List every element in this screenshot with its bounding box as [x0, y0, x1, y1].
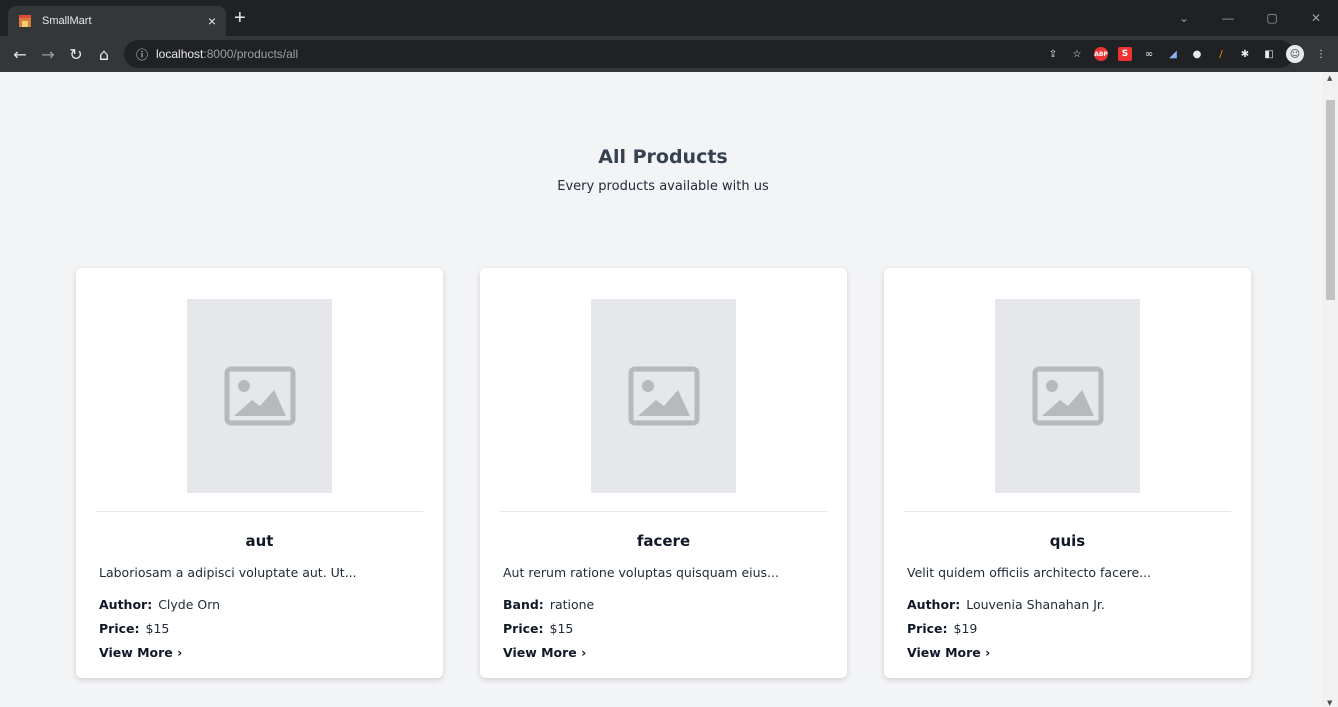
tab-title: SmallMart	[42, 15, 92, 27]
product-image-placeholder	[187, 299, 332, 493]
view-more-link[interactable]: View More ›	[99, 645, 182, 660]
product-name: facere	[636, 532, 691, 550]
product-meta: Author: Clyde Orn	[99, 597, 220, 612]
adblock-extension-icon[interactable]: ABP	[1094, 47, 1108, 61]
bookmark-star-icon[interactable]: ☆	[1070, 47, 1084, 61]
menu-kebab-icon[interactable]: ⋮	[1314, 47, 1328, 61]
meta-label: Band:	[503, 597, 544, 612]
product-card[interactable]: quis Velit quidem officiis architecto fa…	[884, 268, 1251, 678]
side-panel-icon[interactable]: ◧	[1262, 47, 1276, 61]
tab-search-icon[interactable]: ⌄	[1162, 11, 1206, 25]
profile-avatar-icon[interactable]: ☺	[1286, 45, 1304, 63]
product-card[interactable]: aut Laboriosam a adipisci voluptate aut.…	[76, 268, 443, 678]
meta-label: Author:	[99, 597, 153, 612]
price-value: $19	[953, 621, 978, 636]
meta-value: Louvenia Shanahan Jr.	[966, 597, 1105, 612]
url-host: localhost	[156, 47, 204, 61]
view-more-link[interactable]: View More ›	[907, 645, 990, 660]
new-tab-button[interactable]: +	[234, 8, 246, 28]
scroll-down-arrow-icon[interactable]: ▼	[1327, 699, 1332, 707]
price-value: $15	[549, 621, 574, 636]
glasses-extension-icon[interactable]: ∞	[1142, 47, 1156, 61]
meta-label: Author:	[907, 597, 961, 612]
browser-tab-strip: SmallMart × + ⌄ — ▢ ✕	[0, 0, 1338, 36]
extensions-puzzle-icon[interactable]: ✱	[1238, 47, 1252, 61]
extensions-bar: ⇪ ☆ ABP S ∞ ◢ ● / ✱ ◧ ☺ ⋮	[1046, 36, 1328, 72]
price-label: Price:	[503, 621, 544, 636]
home-icon[interactable]: ⌂	[90, 45, 118, 64]
forward-icon[interactable]: →	[34, 45, 62, 64]
page-scrollbar[interactable]: ▲ ▼	[1322, 72, 1338, 707]
image-placeholder-icon	[628, 366, 699, 426]
page-subtitle: Every products available with us	[557, 179, 769, 194]
back-icon[interactable]: ←	[6, 45, 34, 64]
product-price: Price: $15	[99, 621, 169, 636]
page-title: All Products	[598, 146, 728, 168]
product-image-placeholder	[995, 299, 1140, 493]
restore-icon[interactable]: ▢	[1250, 11, 1294, 25]
price-label: Price:	[907, 621, 948, 636]
product-image-placeholder	[591, 299, 736, 493]
image-placeholder-icon	[224, 366, 295, 426]
pencil-extension-icon[interactable]: /	[1214, 47, 1228, 61]
store-favicon-icon	[19, 15, 31, 27]
minimize-icon[interactable]: —	[1206, 11, 1250, 25]
reload-icon[interactable]: ↻	[62, 45, 90, 64]
share-icon[interactable]: ⇪	[1046, 47, 1060, 61]
s-extension-icon[interactable]: S	[1118, 47, 1132, 61]
scroll-thumb[interactable]	[1326, 100, 1335, 300]
card-divider	[904, 511, 1231, 512]
globe-extension-icon[interactable]: ●	[1190, 47, 1204, 61]
product-meta: Band: ratione	[503, 597, 594, 612]
card-divider	[500, 511, 827, 512]
page-content: All Products Every products available wi…	[0, 72, 1322, 707]
meta-value: Clyde Orn	[158, 597, 221, 612]
product-price: Price: $15	[503, 621, 573, 636]
scroll-up-arrow-icon[interactable]: ▲	[1327, 74, 1332, 82]
product-description: Velit quidem officiis architecto facere.…	[907, 565, 1152, 580]
product-description: Laboriosam a adipisci voluptate aut. Ut.…	[99, 565, 357, 580]
view-more-link[interactable]: View More ›	[503, 645, 586, 660]
product-card[interactable]: facere Aut rerum ratione voluptas quisqu…	[480, 268, 847, 678]
product-name: aut	[245, 532, 274, 550]
url-path: :8000/products/all	[203, 47, 299, 61]
browser-tab[interactable]: SmallMart ×	[8, 6, 226, 36]
pen-extension-icon[interactable]: ◢	[1166, 47, 1180, 61]
product-description: Aut rerum ratione voluptas quisquam eius…	[503, 565, 779, 580]
site-info-icon[interactable]: ⓘ	[136, 46, 148, 63]
window-controls: ⌄ — ▢ ✕	[1162, 0, 1338, 36]
product-meta: Author: Louvenia Shanahan Jr.	[907, 597, 1105, 612]
price-value: $15	[145, 621, 170, 636]
product-price: Price: $19	[907, 621, 977, 636]
close-window-icon[interactable]: ✕	[1294, 11, 1338, 25]
image-placeholder-icon	[1032, 366, 1103, 426]
card-divider	[96, 511, 423, 512]
price-label: Price:	[99, 621, 140, 636]
meta-value: ratione	[549, 597, 595, 612]
product-name: quis	[1049, 532, 1086, 550]
tab-close-button[interactable]: ×	[208, 13, 216, 29]
